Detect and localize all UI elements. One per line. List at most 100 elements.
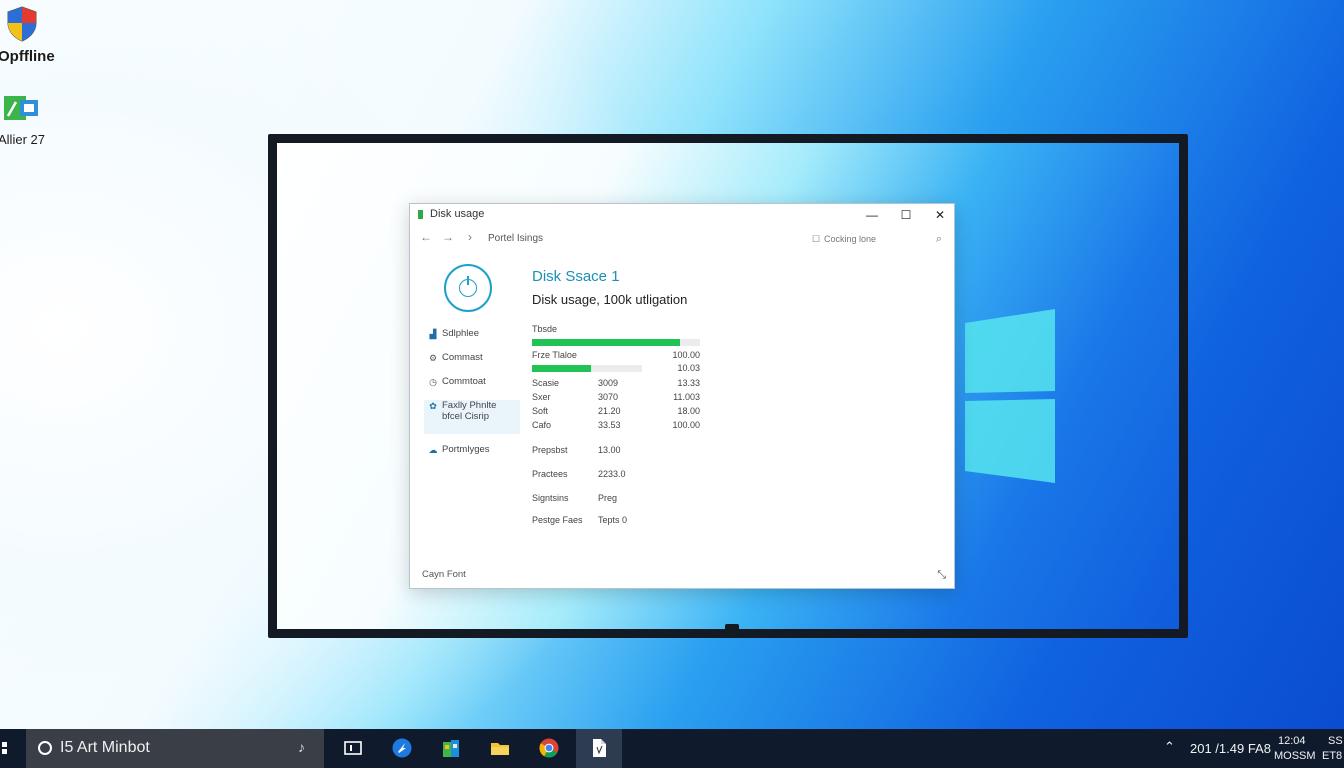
free-progress-bar <box>532 365 642 372</box>
usage-row-value: 3070 <box>598 392 619 402</box>
search-input[interactable]: ☐ Cocking lone ⌕ <box>808 230 944 248</box>
taskbar-app-edge[interactable] <box>379 729 425 768</box>
search-icon[interactable]: ⌕ <box>936 230 942 248</box>
taskbar-app-explorer[interactable] <box>477 729 523 768</box>
sidebar-item-label: Commtoat <box>442 376 486 387</box>
usage-row-right: 11.003 <box>673 392 700 402</box>
property-value: Preg <box>598 493 618 503</box>
edge-browser-icon <box>392 738 412 758</box>
usage-row: Scasie 3009 13.33 <box>532 378 702 390</box>
shield-icon <box>7 6 37 42</box>
document-icon <box>593 739 606 757</box>
clock-icon: ◷ <box>429 377 437 387</box>
title-bar[interactable]: Disk usage — ☐ ✕ <box>410 204 954 226</box>
disk-ring-icon <box>444 264 492 312</box>
task-view-icon <box>344 741 362 755</box>
sidebar-item-label: Faxlly Phnlte bfcel Cisrip <box>442 400 497 422</box>
start-button[interactable] <box>0 729 24 768</box>
minimize-button[interactable]: — <box>856 204 888 226</box>
cortana-icon <box>38 741 52 755</box>
settings-icon: ✿ <box>429 401 437 411</box>
free-progress-fill <box>532 365 591 372</box>
sidebar-item-label: Portmlyges <box>442 444 490 455</box>
resize-grip-icon[interactable]: ⤡ <box>937 569 946 582</box>
property-value: 2233.0 <box>598 469 626 479</box>
usage-row-value: 3009 <box>598 378 619 388</box>
property-name: Pestge Faes <box>532 515 583 525</box>
clock-time[interactable]: 12:04 <box>1278 735 1306 748</box>
usage-progress-bar <box>532 339 700 346</box>
sidebar-item-commtoat[interactable]: ◷ Commtoat <box>424 376 520 390</box>
windows-start-icon-q2 <box>2 749 7 754</box>
taskbar-app-document[interactable] <box>576 729 622 768</box>
disk-usage-window: Disk usage — ☐ ✕ ← → › Portel Isings ☐ C… <box>409 203 955 589</box>
usage-row-name: Scasie <box>532 378 560 388</box>
folder-icon <box>491 743 509 755</box>
taskbar-app-store[interactable] <box>428 729 474 768</box>
sidebar-item-sdlphlee[interactable]: ▟ Sdlphlee <box>424 328 520 342</box>
monitor-frame: Disk usage — ☐ ✕ ← → › Portel Isings ☐ C… <box>268 134 1188 638</box>
sidebar-item-faxlly[interactable]: ✿ Faxlly Phnlte bfcel Cisrip <box>424 400 520 434</box>
cloud-icon: ☁ <box>428 445 438 455</box>
monitor-notch <box>725 624 739 629</box>
clock-date[interactable]: MOSSM <box>1274 750 1316 763</box>
tray-extra-top: SS <box>1328 735 1343 747</box>
tray-chevron-icon[interactable]: ⌃ <box>1164 739 1175 755</box>
tray-extra-bottom: ET8 <box>1322 750 1343 762</box>
property-value: Tepts 0 <box>598 515 628 525</box>
usage-row-right: 13.33 <box>677 378 700 388</box>
chat-icon: ⚙ <box>428 353 438 363</box>
taskbar-search-box[interactable]: I5 Art Minbot ♪ <box>26 729 324 768</box>
property-name: Signtsins <box>532 493 569 503</box>
property-name: Practees <box>532 469 568 479</box>
close-button[interactable]: ✕ <box>924 204 956 226</box>
back-button[interactable]: ← <box>418 230 434 244</box>
taskbar-app-chrome[interactable] <box>526 729 572 768</box>
sidebar-item-portmlyges[interactable]: ☁ Portmlyges <box>424 444 520 458</box>
forward-button[interactable]: → <box>440 230 456 244</box>
desktop-icon-label: Allier 27 <box>0 132 45 147</box>
sidebar-item-label: Commast <box>442 352 483 363</box>
taskbar-search-text: I5 Art Minbot <box>60 739 150 756</box>
usage-row-name: Sxer <box>532 392 551 402</box>
taskbar: I5 Art Minbot ♪ ⌃ 201 /1.49 FA8 12:04 MO… <box>0 729 1344 768</box>
navigation-bar: ← → › Portel Isings ☐ Cocking lone ⌕ <box>410 230 954 250</box>
usage-section-label: Tbsde <box>532 324 558 334</box>
page-subtitle: Disk usage, 100k utligation <box>532 292 688 307</box>
chart-icon: ▟ <box>429 329 437 339</box>
usage-row-right: 100.00 <box>672 420 700 430</box>
ring-power-tick <box>467 276 469 285</box>
property-name: Prepsbst <box>532 445 568 455</box>
up-button[interactable]: › <box>462 230 478 244</box>
sidebar-item-label: Sdlphlee <box>442 328 479 339</box>
taskbar-app-task-view[interactable] <box>330 729 376 768</box>
chrome-icon <box>539 738 559 758</box>
desktop-icon-opffline[interactable]: Opffline <box>0 4 60 65</box>
free-value: 100.00 <box>672 350 700 360</box>
windows-start-icon <box>2 742 7 747</box>
usage-row-value: 21.20 <box>598 406 621 416</box>
usage-row: Soft 21.20 18.00 <box>532 406 702 418</box>
desktop-icon-label: Opffline <box>0 48 55 65</box>
app-icon <box>418 210 423 219</box>
property-value: 13.00 <box>598 445 621 455</box>
usage-row: Cafo 33.53 100.00 <box>532 420 702 432</box>
usage-row-name: Cafo <box>532 420 552 430</box>
desktop-icon-allier[interactable]: Allier 27 <box>0 92 60 148</box>
sidebar-item-commast[interactable]: ⚙ Commast <box>424 352 520 366</box>
usage-row-name: Soft <box>532 406 549 416</box>
window-title: Disk usage <box>430 208 485 220</box>
free-bar-value: 10.03 <box>677 363 700 373</box>
search-placeholder: Cocking lone <box>824 234 877 244</box>
filter-icon: ☐ <box>812 234 821 244</box>
status-footer: Cayn Font <box>422 569 466 580</box>
usage-row: Sxer 3070 11.003 <box>532 392 702 404</box>
usage-progress-fill <box>532 339 680 346</box>
maximize-button[interactable]: ☐ <box>890 204 922 226</box>
spreadsheet-app-icon <box>4 96 38 120</box>
usage-row-right: 18.00 <box>677 406 700 416</box>
page-title: Disk Ssace 1 <box>532 268 620 285</box>
microphone-icon[interactable]: ♪ <box>298 739 305 755</box>
breadcrumb[interactable]: Portel Isings <box>488 233 543 244</box>
tray-status-text[interactable]: 201 /1.49 FA8 <box>1190 741 1271 756</box>
